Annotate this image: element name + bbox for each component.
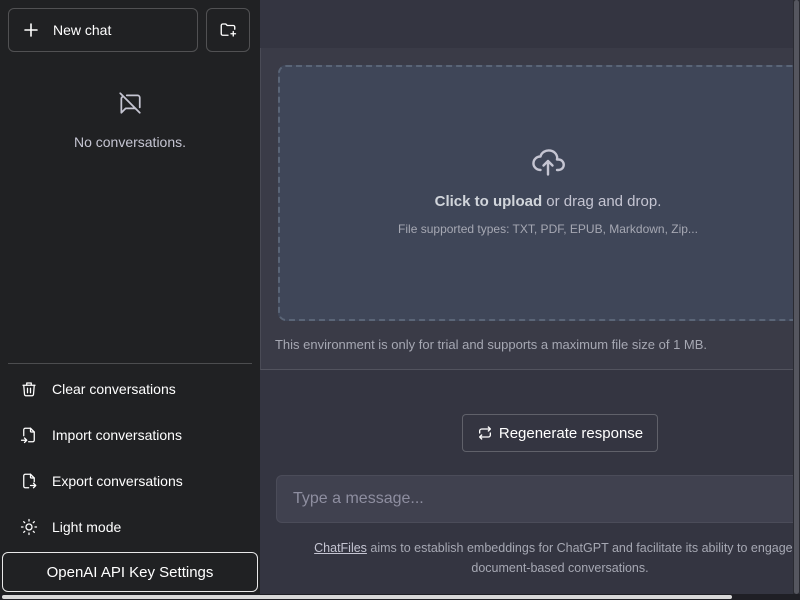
folder-plus-icon [220, 23, 237, 37]
footer-text: aims to establish embeddings for ChatGPT… [366, 541, 800, 575]
message-off-icon [119, 92, 141, 114]
supported-types-text: File supported types: TXT, PDF, EPUB, Ma… [398, 222, 698, 236]
api-key-settings-button[interactable]: OpenAI API Key Settings [2, 552, 258, 592]
new-folder-button[interactable] [206, 8, 250, 52]
export-conversations-button[interactable]: Export conversations [8, 458, 252, 504]
upload-panel: Click to upload or drag and drop. File s… [260, 48, 800, 370]
clear-conversations-button[interactable]: Clear conversations [8, 366, 252, 412]
horizontal-scrollbar-thumb[interactable] [2, 595, 732, 599]
api-key-settings-label: OpenAI API Key Settings [46, 563, 214, 581]
plus-icon [24, 23, 38, 37]
sidebar-divider [8, 363, 252, 364]
new-chat-label: New chat [53, 22, 112, 38]
empty-conversations-text: No conversations. [73, 134, 187, 150]
message-input[interactable] [276, 475, 800, 523]
clear-conversations-label: Clear conversations [52, 381, 176, 397]
sidebar-menu: Clear conversations Import conversations… [8, 366, 252, 550]
sidebar: New chat No conversations. Clear convers… [0, 0, 260, 600]
cloud-upload-icon [532, 149, 565, 176]
new-chat-button[interactable]: New chat [8, 8, 198, 52]
trial-note: This environment is only for trial and s… [274, 337, 708, 352]
file-import-icon [20, 427, 35, 444]
export-conversations-label: Export conversations [52, 473, 183, 489]
light-mode-label: Light mode [52, 519, 122, 535]
regenerate-response-label: Regenerate response [498, 424, 644, 442]
file-export-icon [23, 473, 37, 489]
regenerate-response-button[interactable]: Regenerate response [462, 414, 658, 452]
import-conversations-button[interactable]: Import conversations [8, 412, 252, 458]
repeat-icon [478, 426, 491, 440]
file-dropzone[interactable]: Click to upload or drag and drop. File s… [278, 65, 800, 321]
upload-instructions: Click to upload or drag and drop. [435, 193, 662, 210]
footer-note: ChatFiles aims to establish embeddings f… [290, 538, 800, 578]
vertical-scrollbar-thumb[interactable] [794, 0, 799, 594]
click-to-upload-text: Click to upload [434, 193, 543, 210]
import-conversations-label: Import conversations [52, 427, 182, 443]
sun-icon [20, 518, 38, 536]
horizontal-scrollbar[interactable] [0, 594, 800, 600]
chatfiles-link[interactable]: ChatFiles [314, 541, 367, 555]
empty-conversations: No conversations. [0, 90, 260, 150]
light-mode-button[interactable]: Light mode [8, 504, 252, 550]
vertical-scrollbar[interactable] [793, 0, 800, 594]
drag-drop-text: or drag and drop. [542, 193, 662, 210]
trash-icon [22, 382, 36, 397]
